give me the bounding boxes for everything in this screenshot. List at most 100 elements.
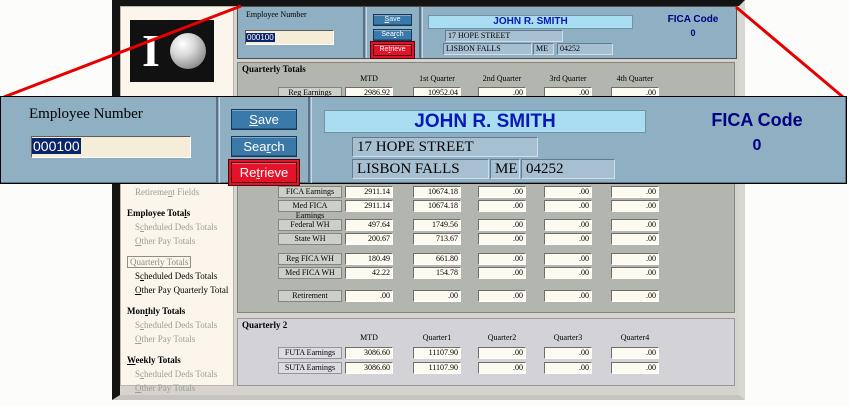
quarterly-totals-value-field[interactable]: .00 — [544, 267, 592, 279]
fica-code-block: FICA Code 0 — [677, 110, 837, 155]
sidebar-item-other-pay-totals: Other Pay Totals — [123, 332, 232, 346]
app-window: I Retirement FieldsEmployee TotalsSchedu… — [112, 0, 745, 400]
quarterly-totals-value-field[interactable]: .00 — [413, 290, 461, 302]
sidebar-item-other-pay-quarterly-total[interactable]: Other Pay Quarterly Total — [123, 283, 232, 297]
quarterly-totals-value-field[interactable]: 200.67 — [345, 233, 393, 245]
employee-info-section: JOHN R. SMITH 17 HOPE STREET LISBON FALL… — [423, 7, 736, 58]
callout-employee-info-section: JOHN R. SMITH 17 HOPE STREET LISBON FALL… — [312, 97, 846, 183]
quarterly2-value-field[interactable]: .00 — [544, 347, 592, 359]
quarterly2-value-field[interactable]: 11107.90 — [413, 362, 461, 374]
quarterly-totals-value-field[interactable]: 661.80 — [413, 253, 461, 265]
quarterly-totals-value-field[interactable]: .00 — [345, 290, 393, 302]
quarterly2-column-header: MTD — [345, 333, 393, 343]
quarterly-totals-row-label: Reg FICA WH — [278, 253, 342, 265]
quarterly-totals-column-header: 3rd Quarter — [544, 74, 592, 84]
state-field[interactable]: ME — [490, 159, 520, 179]
employee-number-label: Employee Number — [29, 106, 143, 123]
quarterly2-value-field[interactable]: .00 — [478, 347, 526, 359]
quarterly-totals-value-field[interactable]: .00 — [611, 267, 659, 279]
sidebar-item-employee-totals[interactable]: Employee Totals — [123, 206, 232, 220]
quarterly-totals-value-field[interactable]: 154.78 — [413, 267, 461, 279]
quarterly-totals-row: Retirement.00.00.00.00.00 — [238, 290, 734, 302]
quarterly-totals-value-field[interactable]: .00 — [478, 200, 526, 212]
quarterly-totals-value-field[interactable]: 2911.14 — [345, 186, 393, 198]
quarterly2-value-field[interactable]: .00 — [611, 362, 659, 374]
quarterly-totals-value-field[interactable]: .00 — [611, 219, 659, 231]
quarterly-totals-value-field[interactable]: .00 — [611, 290, 659, 302]
search-button[interactable]: Search — [373, 29, 412, 41]
retrieve-button[interactable]: Retrieve — [231, 162, 297, 183]
quarterly2-value-field[interactable]: .00 — [611, 347, 659, 359]
quarterly-totals-row-label: FICA Earnings — [278, 186, 342, 198]
quarterly-totals-value-field[interactable]: .00 — [478, 267, 526, 279]
quarterly2-column-header: Quarter4 — [611, 333, 659, 343]
quarterly-totals-value-field[interactable]: .00 — [611, 253, 659, 265]
sidebar: I Retirement FieldsEmployee TotalsSchedu… — [120, 6, 234, 386]
search-button[interactable]: Search — [231, 136, 297, 157]
quarterly-totals-column-header: MTD — [345, 74, 393, 84]
quarterly-totals-value-field[interactable]: .00 — [544, 219, 592, 231]
sidebar-menu: Retirement FieldsEmployee TotalsSchedule… — [123, 185, 232, 395]
quarterly-totals-value-field[interactable]: .00 — [478, 253, 526, 265]
quarterly-totals-row: Reg FICA WH180.49 661.80 .00 .00 .00 — [238, 253, 734, 265]
quarterly-totals-row: Med FICA Earnings2911.1410674.18.00.00.0… — [238, 200, 734, 212]
street-field[interactable]: 17 HOPE STREET — [445, 30, 563, 42]
quarterly-totals-value-field[interactable]: .00 — [544, 200, 592, 212]
quarterly2-value-field[interactable]: 3086.60 — [345, 362, 393, 374]
employee-number-input[interactable]: 000100 — [245, 30, 334, 45]
sidebar-item-retirement-fields: Retirement Fields — [123, 185, 232, 199]
quarterly-totals-column-header: 4th Quarter — [611, 74, 659, 84]
quarterly-totals-value-field[interactable]: .00 — [478, 186, 526, 198]
employee-number-label: Employee Number — [246, 10, 307, 19]
quarterly-totals-value-field[interactable]: 10674.18 — [413, 186, 461, 198]
street-field[interactable]: 17 HOPE STREET — [352, 137, 538, 157]
quarterly-totals-value-field[interactable]: 180.49 — [345, 253, 393, 265]
sidebar-item-other-pay-totals: Other Pay Totals — [123, 234, 232, 248]
zip-field[interactable]: 04252 — [557, 43, 613, 55]
quarterly-totals-value-field[interactable]: 2911.14 — [345, 200, 393, 212]
quarterly-totals-value-field[interactable]: .00 — [611, 200, 659, 212]
city-field[interactable]: LISBON FALLS — [352, 159, 489, 179]
sidebar-item-scheduled-deds-totals[interactable]: Scheduled Deds Totals — [123, 269, 232, 283]
city-field[interactable]: LISBON FALLS — [443, 43, 532, 55]
quarterly2-value-field[interactable]: 3086.60 — [345, 347, 393, 359]
quarterly-totals-value-field[interactable]: .00 — [544, 186, 592, 198]
quarterly-totals-value-field[interactable]: .00 — [544, 233, 592, 245]
employee-name-display: JOHN R. SMITH — [324, 110, 646, 133]
callout-employee-number-section: Employee Number 000100 — [1, 97, 216, 183]
save-button[interactable]: Save — [373, 14, 412, 26]
action-buttons-section: Save Search Retrieve — [367, 7, 419, 58]
quarterly-totals-value-field[interactable]: 42.22 — [345, 267, 393, 279]
callout-action-buttons-section: Save Search Retrieve — [220, 97, 308, 183]
quarterly-totals-value-field[interactable]: .00 — [544, 290, 592, 302]
quarterly-totals-row: FICA Earnings2911.14 10674.18 .00 .00 .00 — [238, 186, 734, 198]
quarterly-totals-value-field[interactable]: .00 — [611, 233, 659, 245]
quarterly-totals-value-field[interactable]: 497.64 — [345, 219, 393, 231]
sidebar-item-scheduled-deds-totals: Scheduled Deds Totals — [123, 220, 232, 234]
quarterly2-value-field[interactable]: 11107.90 — [413, 347, 461, 359]
zip-field[interactable]: 04252 — [521, 159, 615, 179]
quarterly-totals-value-field[interactable]: .00 — [544, 253, 592, 265]
save-button[interactable]: Save — [231, 109, 297, 130]
employee-number-input[interactable]: 000100 — [31, 136, 191, 158]
retrieve-button[interactable]: Retrieve — [373, 44, 412, 56]
quarterly-totals-value-field[interactable]: 1749.56 — [413, 219, 461, 231]
sidebar-item-other-pay-totals: Other Pay Totals — [123, 381, 232, 395]
quarterly2-value-field[interactable]: .00 — [478, 362, 526, 374]
sidebar-item-monthly-totals[interactable]: Monthly Totals — [123, 304, 232, 318]
logo-letter: I — [142, 24, 160, 78]
quarterly-totals-value-field[interactable]: .00 — [478, 219, 526, 231]
sidebar-item-weekly-totals[interactable]: Weekly Totals — [123, 353, 232, 367]
quarterly-totals-value-field[interactable]: .00 — [478, 233, 526, 245]
state-field[interactable]: ME — [533, 43, 554, 55]
quarterly2-value-field[interactable]: .00 — [544, 362, 592, 374]
employee-number-value: 000100 — [32, 138, 81, 154]
sidebar-item-quarterly-totals[interactable]: Quarterly Totals — [123, 255, 232, 269]
quarterly-totals-value-field[interactable]: .00 — [478, 290, 526, 302]
quarterly-totals-value-field[interactable]: .00 — [611, 186, 659, 198]
employee-number-value: 000100 — [246, 33, 275, 42]
quarterly-totals-value-field[interactable]: 713.67 — [413, 233, 461, 245]
quarterly-totals-row: State WH200.67 713.67 .00 .00 .00 — [238, 233, 734, 245]
quarterly-totals-value-field[interactable]: 10674.18 — [413, 200, 461, 212]
quarterly-totals-row-label: State WH — [278, 233, 342, 245]
